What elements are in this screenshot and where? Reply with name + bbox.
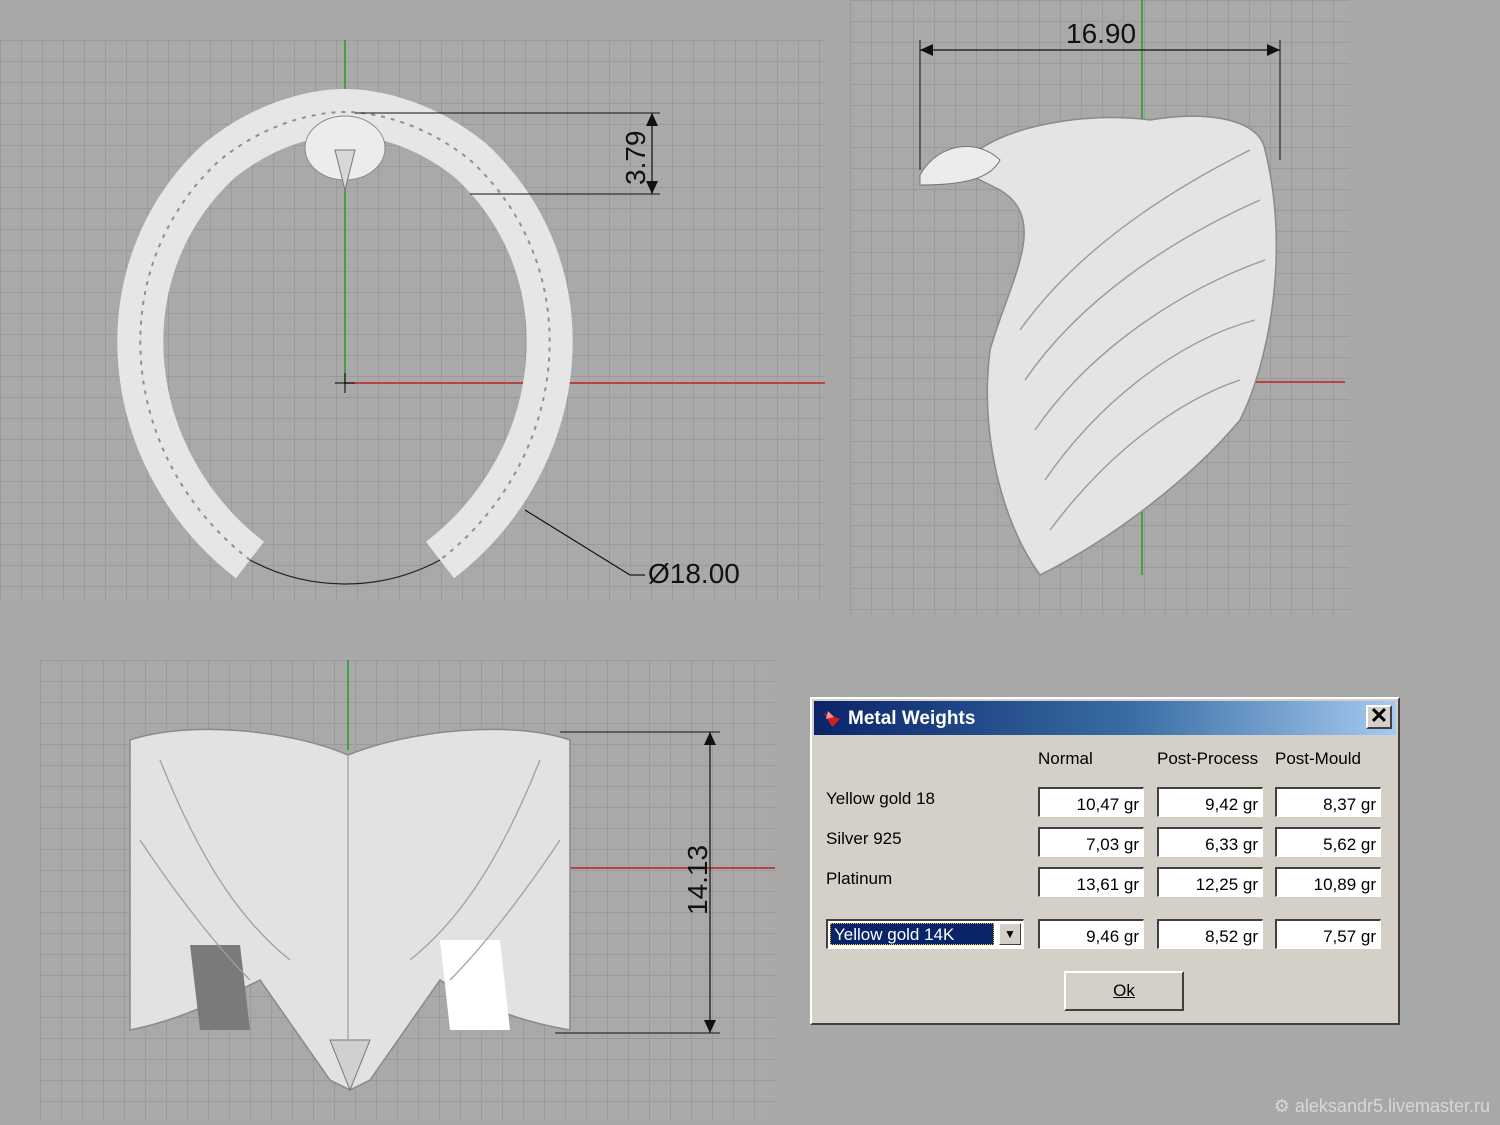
eagle-wing: [958, 115, 1278, 576]
top-view-drawing: [117, 40, 825, 585]
side-view-drawing: [919, 0, 1345, 576]
front-view-drawing: [129, 660, 775, 1092]
yellow-gold-18-post-mould-field[interactable]: 8,37 gr: [1275, 787, 1381, 817]
watermark: ⚙ aleksandr5.livemaster.ru: [1274, 1096, 1490, 1117]
ok-button[interactable]: Ok: [1064, 971, 1184, 1011]
top-view-viewport[interactable]: 3.79 Ø18.00: [0, 40, 825, 600]
custom-post-mould-field[interactable]: 7,57 gr: [1275, 919, 1381, 949]
column-header-normal: Normal: [1038, 749, 1093, 768]
width-dimension-label: 16.90: [1066, 18, 1137, 49]
yellow-gold-18-post-process-field[interactable]: 9,42 gr: [1157, 787, 1263, 817]
yellow-gold-18-normal-field[interactable]: 10,47 gr: [1038, 787, 1144, 817]
inner-shank-left: [190, 945, 250, 1030]
platinum-post-mould-field[interactable]: 10,89 gr: [1275, 867, 1381, 897]
chevron-down-icon[interactable]: ▼: [999, 923, 1021, 945]
dialog-titlebar[interactable]: Metal Weights ✕: [814, 701, 1396, 735]
height-dimension-label: 3.79: [620, 130, 651, 186]
platinum-normal-field[interactable]: 13,61 gr: [1038, 867, 1144, 897]
column-header-post-mould: Post-Mould: [1275, 749, 1361, 768]
watermark-text: aleksandr5.livemaster.ru: [1294, 1096, 1490, 1116]
front-view-viewport[interactable]: 14.13: [40, 660, 775, 1120]
front-height-dimension-label: 14.13: [682, 844, 713, 915]
metal-weights-dialog: Metal Weights ✕ Normal Post-Process Post…: [810, 697, 1400, 1025]
row-label-silver-925: Silver 925: [826, 829, 902, 848]
silver-925-normal-field[interactable]: 7,03 gr: [1038, 827, 1144, 857]
custom-normal-field[interactable]: 9,46 gr: [1038, 919, 1144, 949]
metal-select-value: Yellow gold 14K: [830, 923, 994, 945]
custom-post-process-field[interactable]: 8,52 gr: [1157, 919, 1263, 949]
metal-select[interactable]: Yellow gold 14K ▼: [826, 919, 1024, 949]
row-label-platinum: Platinum: [826, 869, 893, 888]
silver-925-post-process-field[interactable]: 6,33 gr: [1157, 827, 1263, 857]
side-view-viewport[interactable]: 16.90: [850, 0, 1350, 615]
column-header-post-process: Post-Process: [1157, 749, 1259, 768]
ring-front-body: [129, 728, 571, 1091]
row-label-yellow-gold-18: Yellow gold 18: [826, 789, 936, 808]
dialog-title: Metal Weights: [848, 708, 976, 729]
close-button[interactable]: ✕: [1366, 705, 1392, 729]
gear-icon: ⚙: [1273, 1096, 1295, 1116]
silver-925-post-mould-field[interactable]: 5,62 gr: [1275, 827, 1381, 857]
app-icon: [824, 711, 840, 727]
platinum-post-process-field[interactable]: 12,25 gr: [1157, 867, 1263, 897]
diameter-dimension-label: Ø18.00: [648, 558, 740, 589]
